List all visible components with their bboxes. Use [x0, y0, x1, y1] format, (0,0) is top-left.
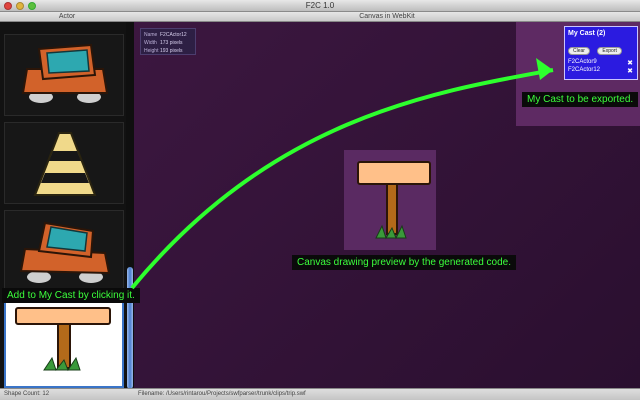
signpost-actor-image: [15, 307, 111, 372]
actor-info-box: Name F2CActor12 Width 173 pixels Height 193…: [140, 28, 196, 55]
preview-callout: Canvas drawing preview by the generated …: [292, 255, 517, 270]
height-label: Height: [144, 48, 159, 54]
actor-panel: Actor: [0, 12, 134, 389]
width-label: Width: [144, 40, 157, 46]
actor-scrollbar-thumb[interactable]: [127, 267, 133, 389]
cast-item[interactable]: F2CActor9 ✖: [565, 57, 637, 67]
name-label: Name: [144, 32, 158, 38]
actor-thumbnail[interactable]: [4, 210, 124, 292]
cast-item[interactable]: F2CActor12 ✖: [565, 65, 637, 75]
car-actor-image: [19, 221, 111, 283]
car-actor-image: [21, 43, 109, 103]
name-value: F2CActor12: [160, 32, 187, 38]
clear-button[interactable]: Clear: [568, 47, 590, 55]
canvas-preview: [344, 150, 436, 250]
cast-callout: My Cast to be exported.: [522, 92, 639, 107]
actor-panel-header: Actor: [0, 12, 134, 22]
canvas-panel-header: Canvas in WebKit: [134, 12, 640, 22]
actor-thumbnail[interactable]: [4, 122, 124, 204]
add-callout: Add to My Cast by clicking it.: [2, 288, 140, 303]
cone-actor-image: [33, 132, 97, 196]
shape-count: Shape Count: 12: [4, 391, 50, 397]
width-value: 173 pixels: [160, 40, 183, 46]
status-bar: Shape Count: 12 Filename: /Users/rintaro…: [0, 388, 640, 400]
actor-thumbnail[interactable]: [4, 34, 124, 116]
filename: Filename: /Users/rintarou/Projects/swfpa…: [138, 391, 306, 397]
export-button[interactable]: Export: [597, 47, 622, 55]
my-cast-title: My Cast (2): [568, 30, 606, 37]
canvas-panel: Canvas in WebKit Name F2CActor12 Width 173…: [134, 12, 640, 388]
cast-item-label: F2CActor12: [568, 67, 601, 73]
remove-icon[interactable]: ✖: [627, 67, 633, 75]
signpost-preview-image: [357, 161, 431, 240]
title-bar: F2C 1.0: [0, 0, 640, 12]
my-cast-panel: My Cast (2) Clear Export F2CActor9 ✖ F2C…: [564, 26, 638, 80]
selected-actor-thumbnail[interactable]: [4, 298, 124, 388]
height-value: 193 pixels: [160, 48, 183, 54]
cast-area: My Cast (2) Clear Export F2CActor9 ✖ F2C…: [516, 22, 640, 126]
window-title: F2C 1.0: [305, 1, 335, 10]
